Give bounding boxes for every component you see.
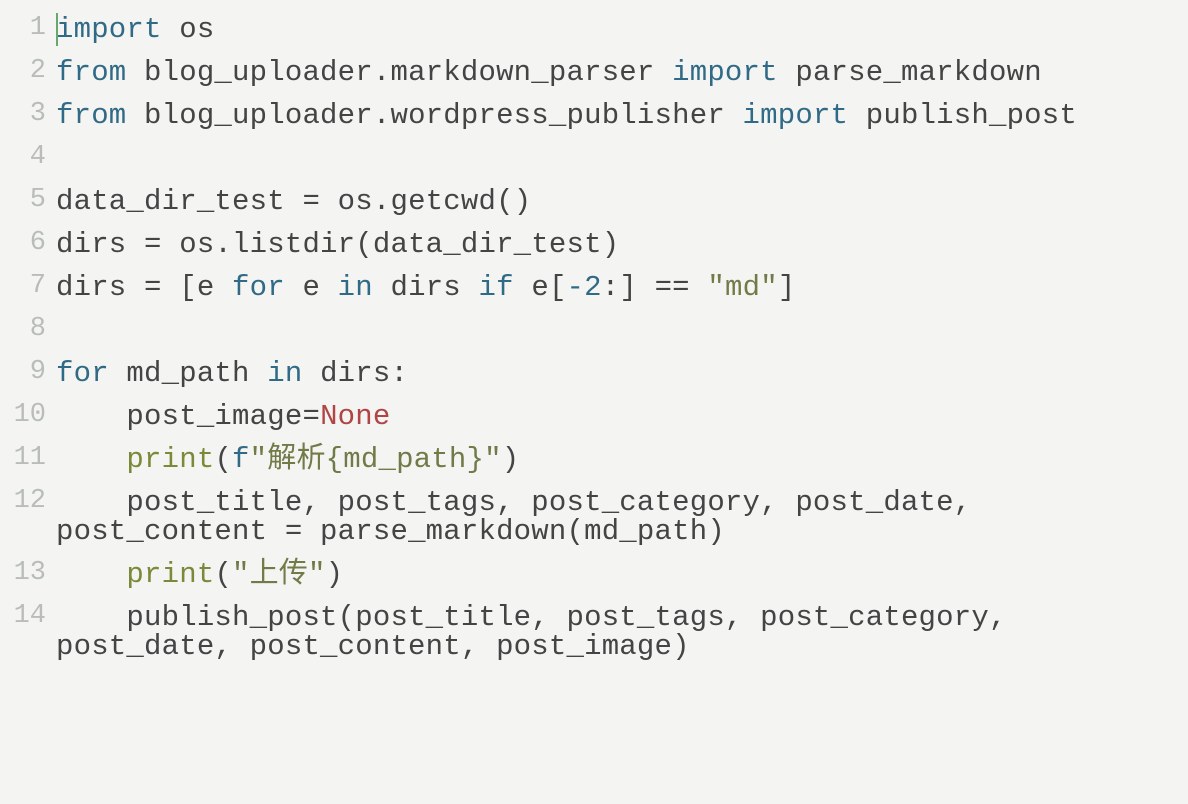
- code-lines: 1import os2from blog_uploader.markdown_p…: [0, 8, 1188, 668]
- code-line[interactable]: 4: [0, 137, 1188, 180]
- token-ident: [56, 443, 126, 476]
- token-ident: os.listdir(data_dir_test): [162, 228, 620, 261]
- code-text[interactable]: post_title, post_tags, post_category, po…: [56, 488, 1188, 546]
- token-ident: ]: [778, 271, 796, 304]
- token-op: ==: [655, 271, 690, 304]
- line-number: 13: [0, 560, 56, 587]
- code-editor[interactable]: 1import os2from blog_uploader.markdown_p…: [0, 0, 1188, 804]
- token-str: "上传": [232, 558, 326, 591]
- token-ident: blog_uploader.markdown_parser: [126, 56, 672, 89]
- code-text[interactable]: for md_path in dirs:: [56, 359, 1188, 388]
- line-number: 3: [0, 101, 56, 128]
- code-line[interactable]: 13 print("上传"): [0, 553, 1188, 596]
- token-kw: for: [232, 271, 285, 304]
- code-text[interactable]: print(f"解析{md_path}"): [56, 445, 1188, 474]
- code-text[interactable]: [56, 144, 1188, 173]
- code-text[interactable]: from blog_uploader.wordpress_publisher i…: [56, 101, 1188, 130]
- line-number: 4: [0, 144, 56, 171]
- token-none: None: [320, 400, 390, 433]
- token-builtin: print: [126, 443, 214, 476]
- code-line[interactable]: 8: [0, 309, 1188, 352]
- token-ident: [56, 558, 126, 591]
- token-str: "md": [707, 271, 777, 304]
- token-kw: import: [56, 13, 162, 46]
- line-number: 1: [0, 15, 56, 42]
- token-ident: dirs: [56, 271, 144, 304]
- line-number: 2: [0, 58, 56, 85]
- code-line[interactable]: 3from blog_uploader.wordpress_publisher …: [0, 94, 1188, 137]
- token-ident: [56, 142, 74, 175]
- token-ident: parse_markdown(md_path): [302, 515, 724, 548]
- code-text[interactable]: [56, 316, 1188, 345]
- token-ident: post_image: [56, 400, 302, 433]
- code-line[interactable]: 1import os: [0, 8, 1188, 51]
- line-number: 6: [0, 230, 56, 257]
- token-ident: ): [326, 558, 344, 591]
- token-ident: [56, 314, 74, 347]
- line-number: 11: [0, 445, 56, 472]
- line-number: 12: [0, 488, 56, 515]
- code-text[interactable]: print("上传"): [56, 560, 1188, 589]
- token-kw: in: [338, 271, 373, 304]
- token-op: =: [144, 271, 162, 304]
- code-text[interactable]: import os: [56, 15, 1188, 44]
- token-ident: (: [214, 558, 232, 591]
- token-op: =: [285, 515, 303, 548]
- token-ident: publish_post(post_title, post_tags, post…: [56, 601, 1024, 663]
- token-ident: data_dir_test: [56, 185, 302, 218]
- token-builtin: print: [126, 558, 214, 591]
- code-line[interactable]: 11 print(f"解析{md_path}"): [0, 438, 1188, 481]
- token-ident: os: [162, 13, 215, 46]
- code-line[interactable]: 12 post_title, post_tags, post_category,…: [0, 481, 1188, 553]
- token-kw: if: [479, 271, 514, 304]
- token-ident: dirs:: [302, 357, 408, 390]
- token-ident: dirs: [56, 228, 144, 261]
- token-kw: from: [56, 99, 126, 132]
- code-text[interactable]: dirs = [e for e in dirs if e[-2:] == "md…: [56, 273, 1188, 302]
- line-number: 10: [0, 402, 56, 429]
- token-ident: os.getcwd(): [320, 185, 531, 218]
- code-line[interactable]: 10 post_image=None: [0, 395, 1188, 438]
- token-ident: ): [502, 443, 520, 476]
- token-ident: (: [214, 443, 232, 476]
- token-kw: import: [743, 99, 849, 132]
- token-op: =: [302, 400, 320, 433]
- token-num: -2: [567, 271, 602, 304]
- token-ident: md_path: [109, 357, 267, 390]
- token-str: "解析{md_path}": [250, 443, 502, 476]
- code-text[interactable]: publish_post(post_title, post_tags, post…: [56, 603, 1188, 661]
- line-number: 5: [0, 187, 56, 214]
- code-line[interactable]: 6dirs = os.listdir(data_dir_test): [0, 223, 1188, 266]
- code-line[interactable]: 5data_dir_test = os.getcwd(): [0, 180, 1188, 223]
- code-text[interactable]: post_image=None: [56, 402, 1188, 431]
- line-number: 14: [0, 603, 56, 630]
- token-ident: publish_post: [848, 99, 1077, 132]
- code-line[interactable]: 7dirs = [e for e in dirs if e[-2:] == "m…: [0, 266, 1188, 309]
- token-kw: import: [672, 56, 778, 89]
- code-line[interactable]: 14 publish_post(post_title, post_tags, p…: [0, 596, 1188, 668]
- code-line[interactable]: 2from blog_uploader.markdown_parser impo…: [0, 51, 1188, 94]
- token-ident: e[: [514, 271, 567, 304]
- code-text[interactable]: dirs = os.listdir(data_dir_test): [56, 230, 1188, 259]
- token-ident: [690, 271, 708, 304]
- code-text[interactable]: data_dir_test = os.getcwd(): [56, 187, 1188, 216]
- line-number: 9: [0, 359, 56, 386]
- token-ident: [e: [162, 271, 232, 304]
- token-kw: in: [267, 357, 302, 390]
- code-line[interactable]: 9for md_path in dirs:: [0, 352, 1188, 395]
- token-op: =: [302, 185, 320, 218]
- token-kw: for: [56, 357, 109, 390]
- token-ident: parse_markdown: [778, 56, 1042, 89]
- token-ident: dirs: [373, 271, 479, 304]
- code-text[interactable]: from blog_uploader.markdown_parser impor…: [56, 58, 1188, 87]
- token-ident: blog_uploader.wordpress_publisher: [126, 99, 742, 132]
- token-ident: e: [285, 271, 338, 304]
- token-kw: from: [56, 56, 126, 89]
- line-number: 8: [0, 316, 56, 343]
- token-op: =: [144, 228, 162, 261]
- token-ident: :]: [602, 271, 655, 304]
- token-fstr: f: [232, 443, 250, 476]
- line-number: 7: [0, 273, 56, 300]
